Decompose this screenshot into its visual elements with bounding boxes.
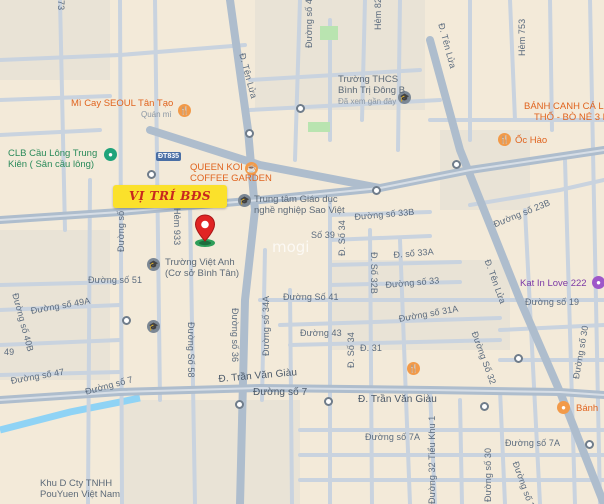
street-label: Đường số 4 [304, 0, 314, 48]
restaurant-pin-icon[interactable]: 🍴 [407, 362, 420, 375]
street-label: Đường số 51 [88, 275, 143, 285]
school-pin-icon[interactable]: 🎓 [238, 194, 251, 207]
poi-mi-cay[interactable]: Mì Cay SEOUL Tân Tạo Quán mì [71, 98, 173, 120]
transit-stop-icon[interactable] [585, 440, 594, 449]
street-label: Đường số 7A [365, 432, 421, 442]
street-label: Đ. Trần Văn Giàu [358, 394, 437, 405]
street-label: 73 [56, 0, 66, 11]
transit-stop-icon[interactable] [514, 354, 523, 363]
poi-queen-koi-name2: COFFEE GARDEN [190, 173, 272, 184]
poi-khu-d[interactable]: Khu D Cty TNHH PouYuen Việt Nam [40, 478, 120, 500]
street-label: Đường số 34A [261, 295, 271, 356]
poi-thcs-sub: Đã xem gần đây [338, 97, 397, 106]
poi-oc-hao[interactable]: Ốc Hào [515, 135, 547, 146]
watermark: mogi [272, 238, 310, 256]
transit-stop-icon[interactable] [235, 400, 244, 409]
school-pin-icon[interactable]: 🎓 [147, 258, 160, 271]
poi-mi-cay-sub: Quán mì [141, 110, 172, 119]
poi-viet-anh-name2: (Cơ sở Bình Tân) [165, 268, 240, 279]
street-label: Hẻm 933 [172, 208, 182, 246]
poi-banh-canh-name1: BÁNH CANH CÁ LÓ [524, 101, 604, 112]
poi-banh-canh-name2: THỐ - BÒ NÉ 3 NGO [534, 112, 604, 123]
street-label: Đường số 19 [525, 297, 580, 307]
street-label: Đường Số 41 [283, 292, 339, 302]
park-area [320, 26, 338, 40]
transit-stop-icon[interactable] [372, 186, 381, 195]
poi-thcs-name2: Bình Trị Đông B [338, 85, 406, 96]
poi-banh[interactable]: Bánh [576, 403, 598, 414]
shopping-pin-icon[interactable]: ● [592, 276, 604, 289]
poi-truong-viet-anh[interactable]: Trường Việt Anh (Cơ sở Bình Tân) [165, 257, 239, 279]
park-area [308, 122, 330, 132]
route-shield-dt835: ĐT835 [156, 152, 182, 161]
street-label: 49 [4, 347, 15, 357]
street-label: Đ. Số 34 [346, 332, 356, 368]
poi-kat-in-love[interactable]: Kat In Love 222 [520, 278, 587, 289]
poi-khu-d-name2: PouYuen Việt Nam [40, 489, 121, 500]
street-label: Hẻm 753 [517, 18, 527, 56]
street-label: Hẻm 82 [373, 0, 383, 30]
transit-stop-icon[interactable] [122, 316, 131, 325]
transit-stop-icon[interactable] [480, 402, 489, 411]
transit-stop-icon[interactable] [296, 104, 305, 113]
poi-viet-anh-name1: Trường Việt Anh [165, 257, 235, 268]
school-pin-icon[interactable]: 🎓 [147, 320, 160, 333]
poi-trung-tam[interactable]: Trung tâm Giáo dục nghề nghiệp Sao Việt [254, 194, 345, 216]
street-label: Đường số 7 [253, 387, 308, 398]
map-canvas[interactable]: ĐT835 🍴 Mì Cay SEOUL Tân Tạo Quán mì ● C… [0, 0, 604, 504]
street-label: Đ. Số 34 [337, 220, 347, 256]
transit-stop-icon[interactable] [324, 397, 333, 406]
poi-clb-name2: Kiên ( Sân cầu lông) [8, 159, 95, 170]
street-label: Đ. Số 32B [369, 252, 379, 294]
street-label: Đường 43 [300, 328, 342, 338]
poi-trung-tam-name2: nghề nghiệp Sao Việt [254, 205, 345, 216]
street-label: Đ. 31 [360, 343, 383, 353]
transit-stop-icon[interactable] [147, 170, 156, 179]
poi-thcs-name1: Trường THCS [338, 74, 399, 85]
poi-clb-cau-long[interactable]: CLB Cầu Lông Trung Kiên ( Sân cầu lông) [8, 148, 97, 170]
street-label: Số 39 [311, 230, 336, 240]
transit-stop-icon[interactable] [452, 160, 461, 169]
location-marker-icon[interactable] [194, 214, 216, 248]
street-label: Đường số 30 [483, 447, 493, 502]
transit-stop-icon[interactable] [245, 129, 254, 138]
property-location-banner: VỊ TRÍ BĐS [113, 185, 227, 208]
street-label: Đường 32 Tiểu Khu 1 [427, 415, 437, 504]
poi-clb-name1: CLB Cầu Lông Trung [8, 148, 98, 159]
street-label: Đường số 7A [505, 438, 561, 448]
poi-banh-canh[interactable]: BÁNH CANH CÁ LÓ THỐ - BÒ NÉ 3 NGO [524, 101, 604, 123]
poi-thcs[interactable]: Trường THCS Bình Trị Đông B Đã xem gần đ… [338, 74, 405, 107]
bakery-pin-icon[interactable]: ● [557, 401, 570, 414]
poi-queen-koi[interactable]: QUEEN KOI COFFEE GARDEN [190, 162, 272, 184]
poi-queen-koi-name1: QUEEN KOI [190, 162, 243, 173]
poi-khu-d-name1: Khu D Cty TNHH [40, 478, 113, 489]
poi-trung-tam-name1: Trung tâm Giáo dục [254, 194, 338, 205]
banner-text: VỊ TRÍ BĐS [128, 189, 212, 203]
street-label: Đường số 36 [230, 308, 240, 363]
restaurant-pin-icon[interactable]: 🍴 [178, 104, 191, 117]
street-label: Đường Số 58 [186, 322, 196, 378]
sports-pin-icon[interactable]: ● [104, 148, 117, 161]
poi-mi-cay-name: Mì Cay SEOUL Tân Tạo [71, 98, 174, 109]
restaurant-pin-icon[interactable]: 🍴 [498, 133, 511, 146]
